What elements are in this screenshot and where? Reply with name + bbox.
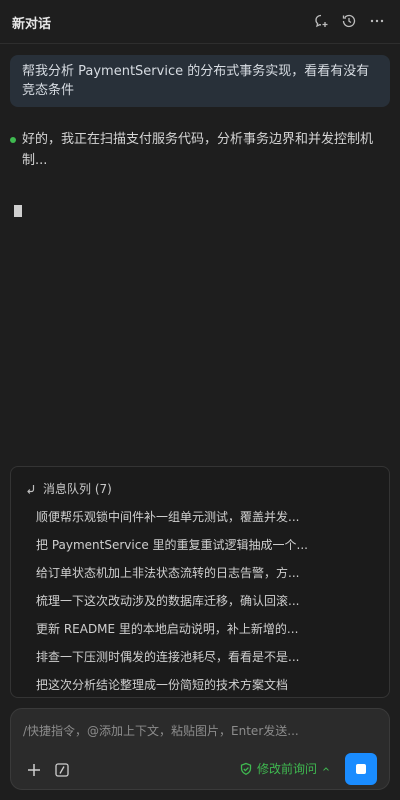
shield-check-icon bbox=[240, 762, 252, 775]
new-chat-icon[interactable] bbox=[312, 12, 330, 30]
chat-header: 新对话 bbox=[0, 0, 400, 44]
queue-item[interactable]: 给订单状态机加上非法状态流转的日志告警，方... bbox=[36, 565, 326, 593]
message-queue-header[interactable]: 消息队列 (7) bbox=[25, 480, 112, 497]
stop-icon bbox=[356, 764, 366, 774]
status-dot-icon bbox=[10, 137, 16, 143]
queue-item[interactable]: 把这次分析结论整理成一份简短的技术方案文档 bbox=[36, 677, 326, 697]
chat-title: 新对话 bbox=[12, 17, 52, 32]
message-queue-title: 消息队列 (7) bbox=[43, 482, 112, 496]
chat-input-placeholder[interactable]: /快捷指令，@添加上下文，粘贴图片，Enter发送... bbox=[23, 722, 299, 739]
queue-item[interactable]: 把 PaymentService 里的重复重试逻辑抽成一个... bbox=[36, 537, 326, 565]
slash-command-icon[interactable] bbox=[53, 761, 71, 779]
history-icon[interactable] bbox=[340, 12, 358, 30]
queue-item[interactable]: 更新 README 里的本地启动说明，补上新增的... bbox=[36, 621, 326, 649]
add-icon[interactable] bbox=[25, 761, 43, 779]
stop-button[interactable] bbox=[345, 753, 377, 785]
chevron-up-icon bbox=[323, 766, 329, 771]
queue-item[interactable]: 梳理一下这次改动涉及的数据库迁移，确认回滚... bbox=[36, 593, 326, 621]
chat-input-box[interactable]: /快捷指令，@添加上下文，粘贴图片，Enter发送... 修改前询问 bbox=[10, 708, 390, 790]
header-actions bbox=[312, 12, 386, 30]
assistant-message-text: 好的，我正在扫描支付服务代码，分析事务边界和并发控制机制... bbox=[22, 132, 374, 168]
message-queue-panel: 消息队列 (7) 顺便帮乐观锁中间件补一组单元测试，覆盖并发... 把 Paym… bbox=[10, 466, 390, 698]
return-arrow-icon bbox=[27, 484, 35, 494]
assistant-message: 好的，我正在扫描支付服务代码，分析事务边界和并发控制机制... bbox=[10, 129, 380, 171]
queue-item[interactable]: 顺便帮乐观锁中间件补一组单元测试，覆盖并发... bbox=[36, 509, 326, 537]
more-icon[interactable] bbox=[368, 12, 386, 30]
approval-mode-toggle[interactable]: 修改前询问 bbox=[239, 760, 331, 777]
user-message: 帮我分析 PaymentService 的分布式事务实现，看看有没有竞态条件 bbox=[10, 55, 390, 107]
approval-mode-label: 修改前询问 bbox=[257, 762, 318, 776]
streaming-cursor bbox=[14, 205, 22, 217]
queue-item[interactable]: 排查一下压测时偶发的连接池耗尽，看看是不是... bbox=[36, 649, 326, 677]
message-queue-list: 顺便帮乐观锁中间件补一组单元测试，覆盖并发... 把 PaymentServic… bbox=[36, 509, 326, 697]
